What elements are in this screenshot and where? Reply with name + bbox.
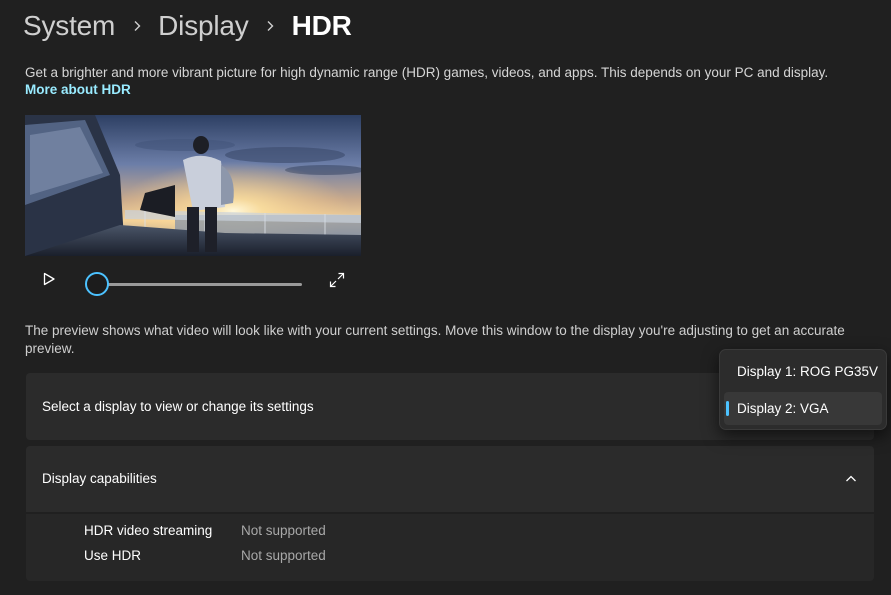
video-seek-slider[interactable]: [85, 272, 302, 296]
display-capabilities-header[interactable]: Display capabilities: [26, 446, 874, 512]
display-capabilities-title: Display capabilities: [42, 471, 157, 486]
seek-thumb[interactable]: [85, 272, 109, 296]
more-about-hdr-link[interactable]: More about HDR: [25, 82, 131, 97]
selected-indicator: [726, 401, 729, 416]
seek-track: [97, 283, 302, 286]
page-title: HDR: [291, 10, 352, 41]
capability-value: Not supported: [241, 523, 326, 538]
capability-row: Use HDR Not supported: [84, 548, 326, 563]
hdr-preview-video: [25, 115, 361, 256]
dropdown-option-display-1[interactable]: Display 1: ROG PG35V: [724, 355, 882, 388]
option-label: Display 2: VGA: [737, 401, 829, 416]
play-icon: [43, 272, 55, 286]
chevron-up-icon[interactable]: [844, 472, 858, 486]
display-capabilities-body: HDR video streaming Not supported Use HDR…: [26, 514, 874, 581]
breadcrumb-system[interactable]: System: [23, 10, 115, 42]
breadcrumb: System Display HDR: [23, 6, 352, 46]
play-button[interactable]: [38, 268, 60, 290]
capability-name: Use HDR: [84, 548, 142, 563]
capability-value: Not supported: [241, 548, 326, 563]
display-select-label: Select a display to view or change its s…: [42, 399, 314, 414]
chevron-right-icon: [249, 20, 292, 32]
chevron-right-icon: [115, 20, 158, 32]
expand-icon: [329, 272, 345, 288]
fullscreen-button[interactable]: [327, 270, 347, 290]
option-label: Display 1: ROG PG35V: [737, 364, 879, 379]
dropdown-option-display-2[interactable]: Display 2: VGA: [724, 392, 882, 425]
page-description: Get a brighter and more vibrant picture …: [25, 65, 829, 80]
display-dropdown-menu: Display 1: ROG PG35V Display 2: VGA: [719, 349, 887, 430]
hdr-settings-page: System Display HDR Get a brighter and mo…: [0, 0, 891, 595]
capability-row: HDR video streaming Not supported: [84, 523, 326, 538]
breadcrumb-display[interactable]: Display: [158, 10, 249, 42]
capability-name: HDR video streaming: [84, 523, 213, 538]
